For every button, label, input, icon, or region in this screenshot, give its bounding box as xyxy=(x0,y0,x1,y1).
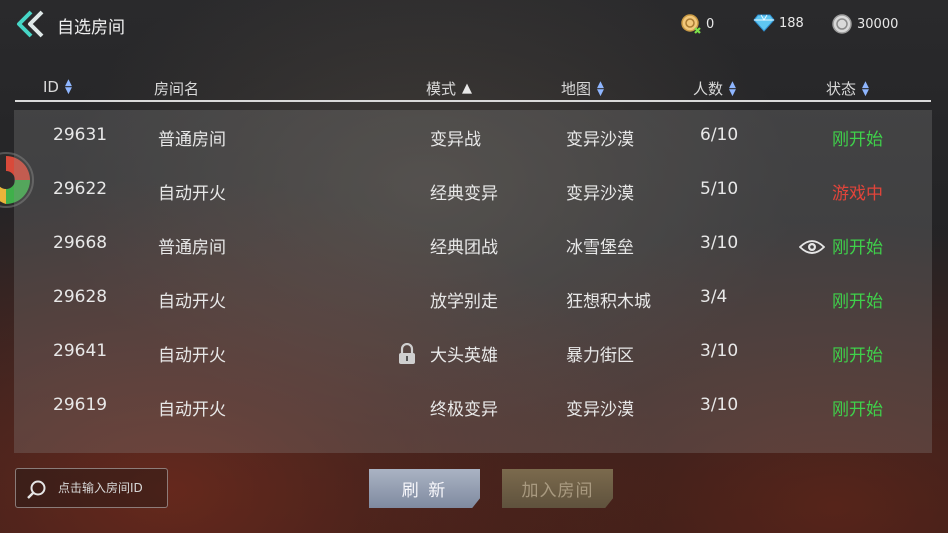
sort-icon: ▲ ▼ xyxy=(729,79,736,98)
status-text: 刚开始 xyxy=(832,130,883,150)
coupon-balance: 0 xyxy=(680,13,714,35)
sort-icon: ▲ ▼ xyxy=(64,78,72,96)
column-header-room-name[interactable]: 房间名 xyxy=(154,78,199,99)
coupon-icon xyxy=(681,14,701,34)
column-header-map[interactable]: 地图 ▲ ▼ xyxy=(561,78,604,99)
top-bar: 自选房间 0 188 30000 xyxy=(0,0,948,50)
room-row[interactable]: 29631 普通房间 变异战 变异沙漠 6/10 刚开始 xyxy=(14,110,932,164)
coin-value: 30000 xyxy=(857,16,899,32)
table-header: ID ▲ ▼ 房间名 模式 ▲ 地图 ▲ ▼ 人数 ▲ ▼ 状态 ▲ ▼ xyxy=(15,74,931,102)
column-header-players[interactable]: 人数 ▲ ▼ xyxy=(693,78,736,99)
room-row[interactable]: 29628 自动开火 放学别走 狂想积木城 3/4 刚开始 xyxy=(14,272,932,326)
page-title: 自选房间 xyxy=(57,18,125,38)
room-id-input[interactable] xyxy=(58,469,168,507)
silver-coin-icon xyxy=(832,14,852,34)
status-text: 刚开始 xyxy=(832,346,883,366)
status-text: 刚开始 xyxy=(832,400,883,420)
column-header-status[interactable]: 状态 ▲ ▼ xyxy=(826,78,869,99)
sort-icon: ▲ ▼ xyxy=(862,79,869,98)
room-row[interactable]: 29619 自动开火 终极变异 变异沙漠 3/10 刚开始 xyxy=(14,380,932,434)
column-header-id[interactable]: ID ▲ ▼ xyxy=(43,78,72,96)
sort-icon: ▲ ▼ xyxy=(597,79,604,98)
search-icon xyxy=(27,480,46,499)
coupon-value: 0 xyxy=(706,16,715,32)
room-row[interactable]: 29641 自动开火 大头英雄 暴力街区 3/10 刚开始 xyxy=(14,326,932,380)
status-text: 刚开始 xyxy=(832,238,883,258)
back-button[interactable] xyxy=(14,8,48,40)
diamond-balance: 188 xyxy=(753,13,804,33)
double-chevron-left-icon xyxy=(17,10,44,38)
diamond-icon xyxy=(753,14,775,32)
room-row[interactable]: 29668 普通房间 经典团战 冰雪堡垒 3/10 刚开始 xyxy=(14,218,932,272)
sort-ascending-icon: ▲ xyxy=(462,80,473,96)
refresh-button[interactable]: 刷 新 xyxy=(369,469,480,508)
coin-balance: 30000 xyxy=(831,13,898,35)
status-text: 游戏中 xyxy=(832,184,883,204)
room-row[interactable]: 29622 自动开火 经典变异 变异沙漠 5/10 游戏中 xyxy=(14,164,932,218)
lock-icon xyxy=(399,343,415,364)
room-id-search[interactable] xyxy=(15,468,168,508)
diamond-value: 188 xyxy=(779,15,804,31)
status-text: 刚开始 xyxy=(832,292,883,312)
eye-icon[interactable] xyxy=(799,239,825,255)
join-room-button[interactable]: 加入房间 xyxy=(502,469,613,508)
room-list: 29631 普通房间 变异战 变异沙漠 6/10 刚开始 29622 自动开火 … xyxy=(14,110,932,453)
column-header-mode[interactable]: 模式 ▲ xyxy=(426,78,472,99)
